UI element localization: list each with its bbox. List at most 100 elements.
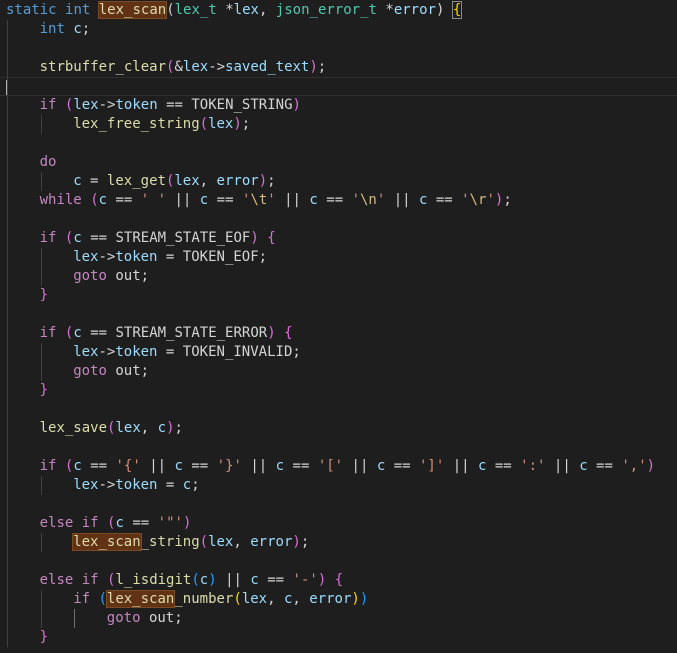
code-token: do: [39, 154, 57, 170]
code-token: '}': [216, 458, 242, 474]
code-line[interactable]: lex_save(lex, c);: [0, 419, 677, 438]
code-token: =: [157, 344, 183, 360]
code-line[interactable]: [0, 438, 677, 457]
code-token: (: [199, 534, 209, 550]
code-token: if: [39, 458, 57, 474]
code-line[interactable]: [0, 77, 677, 96]
code-line[interactable]: [0, 305, 677, 324]
code-line[interactable]: lex_scan_string(lex, error);: [0, 533, 677, 552]
code-token: goto: [73, 363, 107, 379]
code-line[interactable]: [0, 134, 677, 153]
code-token: \r: [469, 192, 487, 208]
code-token: json_error_t: [275, 2, 377, 18]
code-line[interactable]: if (c == '{' || c == '}' || c == '[' || …: [0, 457, 677, 476]
code-line[interactable]: else if (c == '"'): [0, 514, 677, 533]
code-token: ==: [157, 97, 192, 113]
code-token: =: [81, 173, 107, 189]
code-text: }: [40, 286, 48, 305]
code-token: }: [39, 382, 49, 398]
code-text: else if (c == '"'): [40, 514, 192, 533]
code-line[interactable]: }: [0, 628, 677, 647]
indent-guide: [41, 590, 42, 628]
code-token: token: [115, 344, 158, 360]
code-token: }: [39, 287, 49, 303]
code-text: while (c == ' ' || c == '\t' || c == '\n…: [40, 191, 512, 210]
code-token: ;: [191, 477, 200, 493]
code-text: }: [40, 381, 48, 400]
code-line[interactable]: }: [0, 381, 677, 400]
code-line[interactable]: else if (l_isdigit(c) || c == '-') {: [0, 571, 677, 590]
code-line[interactable]: if (lex->token == TOKEN_STRING): [0, 96, 677, 115]
code-text: lex->token = c;: [73, 476, 199, 495]
code-line[interactable]: [0, 39, 677, 58]
indent-guide: [41, 172, 42, 191]
code-line[interactable]: [0, 495, 677, 514]
code-line[interactable]: [0, 210, 677, 229]
code-token: ,: [258, 2, 276, 18]
code-text: strbuffer_clear(&lex->saved_text);: [40, 58, 327, 77]
code-token: ->: [98, 344, 116, 360]
code-token: else: [39, 515, 74, 531]
code-token: (: [191, 572, 200, 588]
code-token: c: [182, 477, 192, 493]
code-token: \n: [360, 192, 377, 208]
code-token: lex: [182, 59, 209, 75]
code-token: ): [182, 515, 192, 531]
code-line[interactable]: int c;: [0, 20, 677, 39]
code-token: ): [233, 116, 242, 132]
code-token: if: [81, 572, 99, 588]
code-token: ': [267, 192, 276, 208]
code-line[interactable]: }: [0, 286, 677, 305]
code-line[interactable]: lex->token = TOKEN_EOF;: [0, 248, 677, 267]
code-text: lex->token = TOKEN_EOF;: [73, 248, 267, 267]
code-line[interactable]: lex_free_string(lex);: [0, 115, 677, 134]
code-token: ;: [241, 116, 251, 132]
code-token: ): [166, 420, 175, 436]
code-line[interactable]: goto out;: [0, 362, 677, 381]
code-line[interactable]: lex->token = TOKEN_INVALID;: [0, 343, 677, 362]
code-editor[interactable]: static int lex_scan(lex_t *lex, json_err…: [0, 0, 677, 653]
code-token: out;: [106, 268, 150, 284]
code-token: c: [73, 230, 82, 246]
code-token: lex_t: [174, 2, 217, 18]
code-token: {: [284, 325, 293, 341]
code-token: c: [98, 192, 108, 208]
symbol-highlight: lex_scan: [105, 590, 176, 608]
code-token: lex: [115, 420, 141, 436]
code-token: c: [250, 572, 259, 588]
code-line[interactable]: strbuffer_clear(&lex->saved_text);: [0, 58, 677, 77]
code-token: lex: [233, 2, 259, 18]
code-token: (: [233, 591, 242, 607]
indent-guide: [41, 343, 42, 381]
code-text: int c;: [40, 20, 91, 39]
code-line[interactable]: if (c == STREAM_STATE_ERROR) {: [0, 324, 677, 343]
code-text: if (lex->token == TOKEN_STRING): [40, 96, 301, 115]
code-line[interactable]: [0, 400, 677, 419]
code-line[interactable]: if (lex_scan_number(lex, c, error)): [0, 590, 677, 609]
code-token: ,: [233, 534, 251, 550]
code-token: lex: [73, 477, 99, 493]
code-line[interactable]: c = lex_get(lex, error);: [0, 172, 677, 191]
code-line[interactable]: goto out;: [0, 267, 677, 286]
code-line[interactable]: while (c == ' ' || c == '\t' || c == '\n…: [0, 191, 677, 210]
code-text: if (c == '{' || c == '}' || c == '[' || …: [40, 457, 655, 476]
code-line[interactable]: static int lex_scan(lex_t *lex, json_err…: [0, 1, 677, 20]
code-line[interactable]: if (c == STREAM_STATE_EOF) {: [0, 229, 677, 248]
code-line[interactable]: goto out;: [0, 609, 677, 628]
code-token: lex: [241, 591, 268, 607]
code-token: ==: [486, 458, 521, 474]
code-token: '-': [292, 572, 318, 588]
indent-guide: [41, 115, 42, 134]
code-line[interactable]: lex->token = c;: [0, 476, 677, 495]
code-token: TOKEN_STRING: [191, 97, 293, 113]
indent-guide: [41, 248, 42, 286]
code-line[interactable]: do: [0, 153, 677, 172]
code-text: lex->token = TOKEN_INVALID;: [73, 343, 301, 362]
code-line[interactable]: [0, 552, 677, 571]
code-token: else: [39, 572, 74, 588]
code-token: ,: [292, 591, 310, 607]
